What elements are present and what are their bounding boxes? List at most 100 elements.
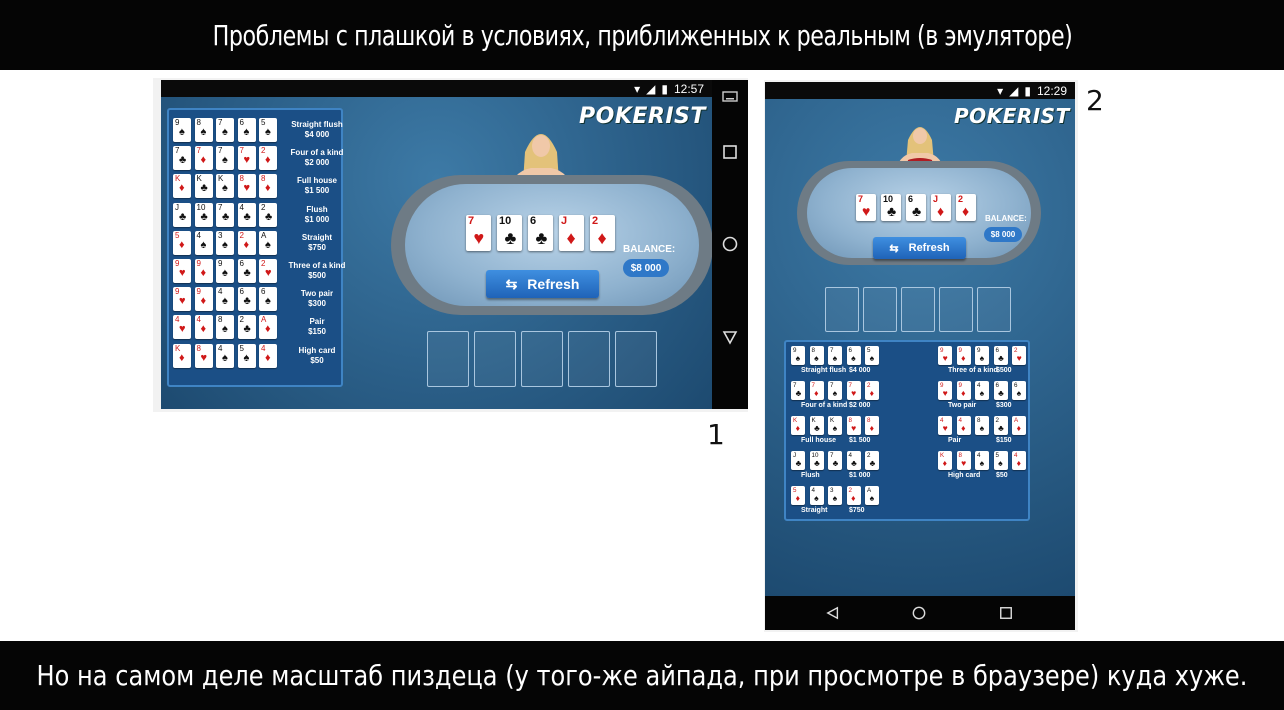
balance-value: $8 000 bbox=[984, 227, 1022, 242]
hand-payout: $1 500 bbox=[304, 186, 330, 196]
mini-card: 9 ♦ bbox=[194, 259, 213, 283]
hand-payout: $500 bbox=[308, 271, 326, 280]
hand-payout: $50 bbox=[996, 472, 1008, 479]
mini-card: 9 ♠ bbox=[216, 259, 234, 283]
mini-card: 2 ♥ bbox=[259, 259, 277, 283]
hand-card[interactable]: 10 ♣ bbox=[881, 194, 901, 221]
hand-card[interactable]: 6 ♣ bbox=[528, 215, 553, 251]
mini-card: 8 ♦ bbox=[865, 416, 880, 435]
mini-card: 8 ♠ bbox=[216, 315, 234, 340]
mini-card: 7 ♣ bbox=[216, 202, 234, 227]
back-triangle-icon[interactable] bbox=[826, 606, 840, 620]
mini-card: 4 ♦ bbox=[1012, 451, 1027, 470]
mini-card: 2 ♣ bbox=[865, 451, 880, 470]
hand-name: Pair bbox=[309, 317, 325, 327]
hand-card[interactable]: 7 ♥ bbox=[856, 194, 876, 221]
refresh-icon: ⇆ bbox=[505, 275, 518, 292]
mini-card: K ♦ bbox=[791, 416, 806, 435]
circle-icon[interactable] bbox=[912, 606, 926, 620]
mini-card: 6 ♣ bbox=[237, 287, 256, 312]
hand-name: Four of a kind bbox=[801, 402, 848, 409]
hand-card[interactable]: 6 ♣ bbox=[906, 194, 926, 221]
mini-card: 8 ♥ bbox=[237, 174, 256, 199]
hand-card[interactable]: 7 ♥ bbox=[466, 215, 491, 251]
card-slot bbox=[863, 287, 897, 332]
mini-card: 2 ♦ bbox=[259, 146, 277, 171]
mini-card: 6 ♣ bbox=[993, 381, 1008, 400]
hand-payout: $1 000 bbox=[304, 214, 330, 224]
bottom-caption-bar: Но на самом деле масштаб пиздеца (у того… bbox=[0, 641, 1284, 710]
mini-card: 3 ♠ bbox=[216, 230, 234, 255]
hand-card[interactable]: 2 ♦ bbox=[590, 215, 615, 251]
hand-payout: $1 000 bbox=[849, 472, 871, 479]
mini-card: K ♦ bbox=[173, 343, 191, 368]
mini-card: 4 ♠ bbox=[975, 381, 990, 400]
top-caption-bar: Проблемы с плашкой в условиях, приближен… bbox=[0, 0, 1284, 70]
square-icon[interactable] bbox=[722, 144, 738, 160]
square-icon[interactable] bbox=[999, 606, 1013, 620]
hand-name: Full house bbox=[297, 176, 337, 186]
mini-card: J ♣ bbox=[791, 451, 806, 470]
paytable-entry: Pair $150 bbox=[287, 317, 347, 337]
refresh-button[interactable]: ⇆ Refresh bbox=[486, 270, 599, 298]
mini-card: 9 ♥ bbox=[173, 287, 191, 312]
circle-icon[interactable] bbox=[722, 236, 738, 252]
mini-card: 6 ♠ bbox=[259, 287, 277, 312]
hand-payout: $300 bbox=[996, 402, 1012, 409]
card-slot bbox=[427, 331, 469, 387]
hand-name: Pair bbox=[948, 437, 962, 444]
paytable-panel: 9 ♠ 8 ♠ 7 ♠ 6 ♠ 5 ♠ Straight flush $4 000 9 ♥ 9 ♦ 9 ♠ 6 ♣ 2 ♥… bbox=[784, 340, 1030, 521]
mini-card: 2 ♣ bbox=[993, 416, 1008, 435]
bottom-caption: Но на самом деле масштаб пиздеца (у того… bbox=[36, 659, 1248, 692]
mini-card: 4 ♦ bbox=[259, 343, 277, 368]
mini-card: 2 ♥ bbox=[1012, 346, 1027, 365]
hand-card[interactable]: 2 ♦ bbox=[956, 194, 976, 221]
mini-card: K ♦ bbox=[938, 451, 953, 470]
paytable-entry: Two pair $300 bbox=[287, 289, 347, 309]
mini-card: 5 ♦ bbox=[791, 486, 806, 505]
hand-payout: $2 000 bbox=[849, 402, 871, 409]
mini-card: 5 ♠ bbox=[237, 343, 256, 368]
signal-icon: ◢ bbox=[1009, 83, 1019, 98]
mini-card: 6 ♠ bbox=[237, 118, 256, 142]
mini-card: 9 ♠ bbox=[975, 346, 990, 365]
card-slot bbox=[521, 331, 563, 387]
hand-payout: $500 bbox=[996, 367, 1012, 374]
hand-name: Two pair bbox=[948, 402, 977, 409]
screenshot-2-label: 2 bbox=[1086, 84, 1104, 117]
hand-name: Straight flush bbox=[291, 120, 343, 129]
hand-payout: $300 bbox=[308, 299, 326, 309]
mini-card: A ♠ bbox=[865, 486, 880, 505]
hand-payout: $1 500 bbox=[849, 437, 871, 444]
card-slot bbox=[901, 287, 935, 332]
hand-name: High card bbox=[948, 472, 981, 479]
mini-card: 4 ♣ bbox=[237, 202, 256, 227]
mini-card: 8 ♠ bbox=[809, 346, 824, 365]
paytable-entry: Straight $750 bbox=[287, 233, 347, 253]
hand-card[interactable]: J ♦ bbox=[559, 215, 584, 251]
back-triangle-icon[interactable] bbox=[722, 329, 738, 345]
refresh-label: Refresh bbox=[908, 242, 950, 254]
hand-card[interactable]: 10 ♣ bbox=[497, 215, 522, 251]
top-caption: Проблемы с плашкой в условиях, приближен… bbox=[212, 18, 1072, 52]
mini-card: 4 ♠ bbox=[975, 451, 990, 470]
mini-card: 7 ♦ bbox=[809, 381, 824, 400]
hand-name: Four of a kind bbox=[290, 148, 344, 158]
paytable-panel: 9 ♠ 8 ♠ 7 ♠ 6 ♠ 5 ♠ Straight flush $4 000 7 ♣ 7 ♦ 7 ♠ 7 ♥ 2 ♦… bbox=[167, 108, 345, 387]
keyboard-icon[interactable] bbox=[722, 88, 738, 104]
hand-name: Straight bbox=[301, 232, 333, 242]
mini-card: 2 ♣ bbox=[237, 315, 256, 340]
battery-icon: ▮ bbox=[661, 81, 668, 96]
mini-card: 7 ♠ bbox=[216, 118, 234, 142]
wifi-icon: ▾ bbox=[634, 81, 641, 96]
screenshot-2-game: ▾ ◢ ▮ 12:29 POKERIST 7 ♥ 10 ♣ 6 ♣ J ♦ 2 ♦ BALANCE… bbox=[765, 82, 1075, 596]
refresh-button[interactable]: ⇆ Refresh bbox=[873, 237, 966, 259]
mini-card: 4 ♥ bbox=[938, 416, 953, 435]
hand-payout: $150 bbox=[308, 327, 326, 337]
mini-card: 4 ♦ bbox=[956, 416, 971, 435]
hand-name: Straight bbox=[801, 507, 828, 514]
card-slot bbox=[977, 287, 1011, 332]
mini-card: 9 ♠ bbox=[173, 118, 191, 142]
hand-card[interactable]: J ♦ bbox=[931, 194, 951, 221]
mini-card: K ♠ bbox=[828, 416, 843, 435]
